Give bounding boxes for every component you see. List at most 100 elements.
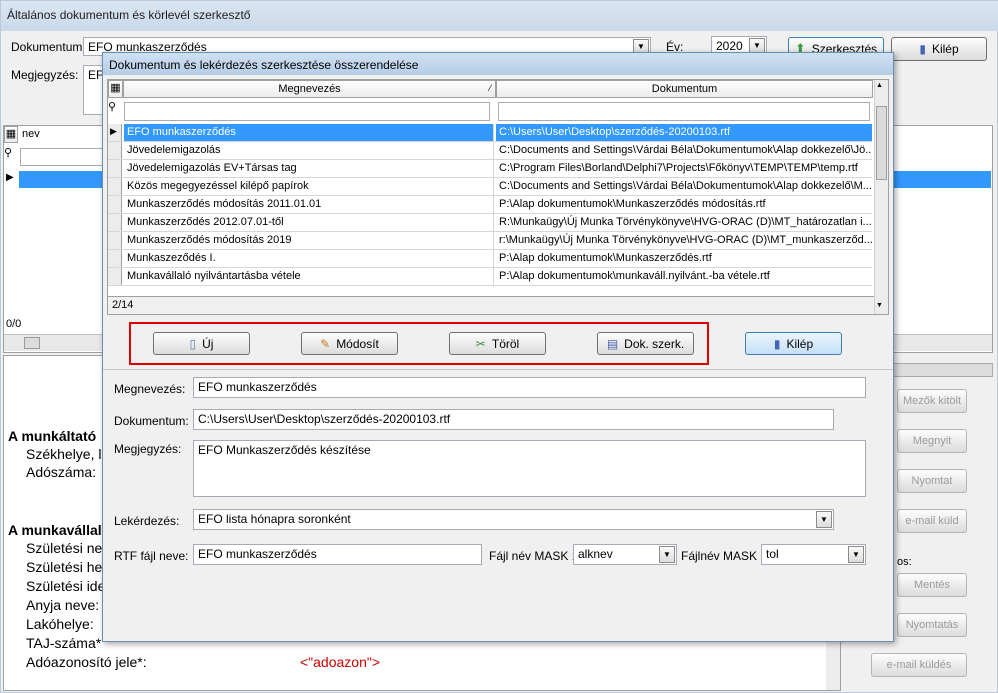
mentes-button[interactable]: Mentés: [897, 573, 967, 597]
dok-szerk-label: Dok. szerk.: [624, 336, 685, 351]
doc-line: Születési ne: [26, 540, 103, 556]
scroll-up-icon[interactable]: ▲: [876, 82, 883, 89]
modosit-label: Módosít: [336, 336, 379, 351]
uj-label: Új: [202, 336, 214, 351]
table-row[interactable]: Közös megegyezéssel kilépő papírok C:\Doc…: [108, 178, 872, 196]
table-row[interactable]: Munkaszerződés 2012.07.01-től R:\Munkaügy…: [108, 214, 872, 232]
left-filter-input[interactable]: [20, 148, 110, 166]
megnyit-button[interactable]: Megnyit: [897, 429, 967, 453]
mezok-kitolt-button[interactable]: Mezők kitölt: [897, 389, 967, 413]
cell-dokumentum: C:\Program Files\Borland\Delphi7\Project…: [499, 162, 858, 174]
left-grid-status: 0/0: [6, 318, 22, 330]
dokumentum-label: Dokumentum:: [11, 40, 86, 54]
table-row[interactable]: Jövedelemigazolás EV+Társas tag C:\Progra…: [108, 160, 872, 178]
doc-line: Anyja neve:: [26, 597, 100, 613]
col-header-megnevezes[interactable]: Megnevezés ⁄: [123, 80, 496, 98]
doc-line: Székhelye, l: [26, 446, 102, 462]
row-indicator: [108, 178, 122, 195]
sort-icon: ⁄: [489, 83, 491, 93]
doc-heading-munkavallalo: A munkavállal: [8, 522, 102, 538]
nyomtatas-button[interactable]: Nyomtatás: [897, 613, 967, 637]
window-title: Általános dokumentum és körlevél szerkes…: [1, 1, 998, 31]
form-mask1-label: Fájl név MASK 1:: [489, 549, 582, 563]
form-rtf-input[interactable]: EFO munkaszerződés: [193, 544, 482, 565]
cell-megnevezes: Munkaszeződés I.: [124, 250, 494, 267]
dialog-grid-scrollbar[interactable]: ▲ ▼: [874, 80, 888, 314]
dialog-kilep-label: Kilép: [786, 336, 814, 351]
delete-icon: ✂: [475, 336, 486, 351]
row-indicator: [108, 142, 122, 159]
cell-dokumentum: C:\Users\User\Desktop\szerződés-20200103…: [496, 124, 872, 141]
printer-icon: ▤: [606, 336, 619, 351]
doc-line: Adószáma:: [26, 464, 97, 480]
form-mask1-combo[interactable]: alknev ▼: [573, 544, 677, 565]
cell-megnevezes: Közös megegyezéssel kilépő papírok: [124, 178, 494, 195]
form-megnevezes-label: Megnevezés:: [114, 382, 186, 396]
door-icon: ▮: [773, 336, 781, 351]
doc-line: TAJ-száma*: [26, 635, 102, 651]
scroll-thumb[interactable]: [24, 337, 40, 349]
dialog-kilep-button[interactable]: ▮ Kilép: [745, 332, 842, 355]
cell-dokumentum: P:\Alap dokumentumok\Munkaszerződés módo…: [499, 198, 766, 210]
main-kilep-label: Kilép: [931, 42, 959, 56]
cell-megnevezes: Munkaszerződés módosítás 2011.01.01: [124, 196, 494, 213]
form-megnevezes-input[interactable]: EFO munkaszerződés: [193, 377, 866, 398]
grid-settings-icon[interactable]: ▦: [108, 80, 123, 98]
main-kilep-button[interactable]: ▮ Kilép: [891, 37, 987, 61]
grid-settings-icon[interactable]: ▦: [4, 126, 18, 143]
table-row[interactable]: Munkaszeződés I. P:\Alap dokumentumok\Mun…: [108, 250, 872, 268]
row-pointer-icon: ▶: [108, 124, 122, 141]
binoculars-icon: ⚲: [4, 147, 13, 159]
doc-field-placeholder: <"adoazon">: [300, 654, 381, 670]
row-indicator: [108, 196, 122, 213]
row-indicator: [108, 160, 122, 177]
dialog-grid-status: 2/14: [108, 296, 874, 314]
new-document-icon: ▯: [189, 336, 197, 351]
doc-heading-munkaltato: A munkáltató: [8, 428, 97, 444]
row-indicator: [108, 232, 122, 249]
chevron-down-icon[interactable]: ▼: [659, 546, 675, 563]
scroll-down-icon[interactable]: ▼: [876, 302, 883, 309]
email-kuld-button[interactable]: e-mail küld: [897, 509, 967, 533]
col-header-dokumentum[interactable]: Dokumentum: [496, 80, 873, 98]
scroll-thumb[interactable]: [876, 106, 887, 180]
assignment-dialog: Dokumentum és lekérdezés szerkesztése ös…: [102, 52, 894, 642]
chevron-down-icon[interactable]: ▼: [749, 38, 765, 53]
form-megjegyzes-textarea[interactable]: EFO Munkaszerződés készítése: [193, 440, 866, 497]
filter-megnevezes-input[interactable]: [124, 102, 490, 121]
dialog-grid-rows: ▶ EFO munkaszerződés C:\Users\User\Desktop…: [108, 124, 874, 286]
doc-line: Lakóhelye:: [26, 616, 94, 632]
modosit-button[interactable]: ✎ Módosít: [301, 332, 398, 355]
cell-megnevezes: Jövedelemigazolás: [124, 142, 494, 159]
torol-button[interactable]: ✂ Töröl: [449, 332, 546, 355]
cell-dokumentum: C:\Documents and Settings\Várdai Béla\Do…: [499, 144, 872, 156]
table-row[interactable]: Munkavállaló nyilvántartásba vétele P:\Al…: [108, 268, 872, 286]
chevron-down-icon[interactable]: ▼: [816, 511, 832, 528]
dok-szerk-button[interactable]: ▤ Dok. szerk.: [597, 332, 694, 355]
table-row[interactable]: Munkaszerződés módosítás 2019 r:\Munkaügy…: [108, 232, 872, 250]
doc-line: Születési he: [26, 559, 103, 575]
cell-dokumentum: R:\Munkaügy\Új Munka Törvénykönyve\HVG-O…: [499, 216, 872, 228]
megjegyzes-label: Megjegyzés:: [11, 68, 79, 82]
cell-megnevezes: Munkaszerződés módosítás 2019: [124, 232, 494, 249]
chevron-down-icon[interactable]: ▼: [848, 546, 864, 563]
form-megjegyzes-label: Megjegyzés:: [114, 442, 182, 456]
table-row[interactable]: ▶ EFO munkaszerződés C:\Users\User\Desktop…: [108, 124, 872, 142]
binoculars-icon: ⚲: [108, 101, 117, 113]
edit-pencil-icon: ✎: [320, 336, 331, 351]
row-indicator: [108, 268, 122, 285]
form-dokumentum-input[interactable]: C:\Users\User\Desktop\szerződés-20200103…: [193, 409, 834, 430]
form-mask2-combo[interactable]: tol ▼: [761, 544, 866, 565]
torol-label: Töröl: [491, 336, 520, 351]
form-lekerdezes-combo[interactable]: EFO lista hónapra soronként ▼: [193, 509, 834, 530]
table-row[interactable]: Jövedelemigazolás C:\Documents and Settin…: [108, 142, 872, 160]
email-kuldes-button[interactable]: e-mail küldés: [871, 653, 967, 677]
cell-megnevezes: Munkavállaló nyilvántartásba vétele: [124, 268, 494, 285]
filter-dokumentum-input[interactable]: [498, 102, 870, 121]
nyomtat-button[interactable]: Nyomtat: [897, 469, 967, 493]
table-row[interactable]: Munkaszerződés módosítás 2011.01.01 P:\Al…: [108, 196, 872, 214]
ev-combo-value: 2020: [716, 39, 743, 53]
uj-button[interactable]: ▯ Új: [153, 332, 250, 355]
row-indicator: [108, 250, 122, 267]
doc-line: Születési ide: [26, 578, 106, 594]
